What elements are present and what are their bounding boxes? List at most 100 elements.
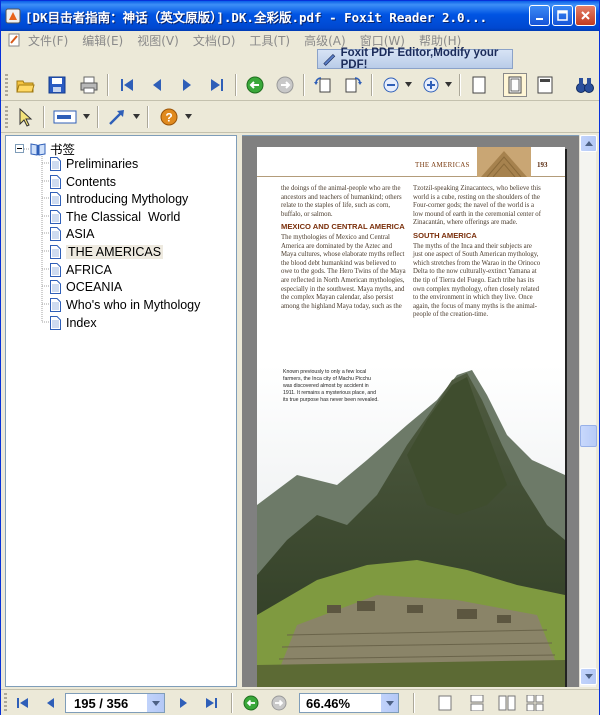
continuous-view-button[interactable] — [467, 693, 487, 713]
maximize-button[interactable] — [552, 5, 573, 26]
close-button[interactable] — [575, 5, 596, 26]
toolbar-grip[interactable] — [5, 106, 8, 128]
right-body-text: The myths of the Inca and their subjects… — [413, 242, 541, 319]
foxit-app-icon — [5, 8, 21, 24]
bookmark-label: Index — [66, 315, 97, 330]
menu-window[interactable]: 窗口(W) — [353, 32, 412, 49]
print-button[interactable] — [77, 73, 101, 97]
single-page-view-button[interactable] — [435, 693, 455, 713]
scroll-thumb[interactable] — [580, 425, 597, 447]
bookmark-index[interactable]: Index — [50, 314, 97, 331]
menu-advanced[interactable]: 高级(A) — [297, 32, 353, 49]
find-button[interactable] — [573, 73, 597, 97]
bookmark-whos-who[interactable]: Who's who in Mythology — [50, 296, 200, 313]
previous-page-button[interactable] — [145, 73, 169, 97]
bookmark-introducing-mythology[interactable]: Introducing Mythology — [50, 190, 188, 207]
zoom-dropdown-button[interactable] — [381, 694, 398, 712]
help-dropdown-icon[interactable] — [185, 114, 192, 119]
zoom-level-field[interactable]: 66.46% — [299, 693, 399, 713]
annotation-dropdown-icon[interactable] — [133, 114, 140, 119]
annotation-tool-button[interactable] — [105, 105, 129, 129]
document-view[interactable]: THE AMERICAS 193 the doings of the anima… — [242, 135, 579, 687]
rotate-right-button[interactable] — [341, 73, 365, 97]
toolbar-grip[interactable] — [5, 74, 8, 96]
first-page-button[interactable] — [115, 73, 139, 97]
left-intro-text: the doings of the animal-people who are … — [281, 185, 402, 218]
next-page-button[interactable] — [175, 73, 199, 97]
menu-help[interactable]: 帮助(H) — [412, 32, 468, 49]
menu-tools[interactable]: 工具(T) — [242, 32, 297, 49]
page-number-field[interactable]: 195 / 356 — [65, 693, 165, 713]
minimize-button[interactable] — [529, 5, 550, 26]
menu-file[interactable]: 文件(F) — [21, 32, 75, 49]
text-column-left: the doings of the animal-people who are … — [281, 185, 407, 311]
continuous-facing-view-button[interactable] — [525, 693, 545, 713]
foxit-editor-ad[interactable]: Foxit PDF Editor,Modify your PDF! — [317, 47, 513, 71]
scroll-up-button[interactable] — [580, 135, 597, 152]
page-icon — [50, 191, 61, 206]
svg-text:?: ? — [165, 111, 172, 125]
save-button[interactable] — [45, 73, 69, 97]
bookmark-asia[interactable]: ASIA — [50, 225, 95, 242]
facing-view-button[interactable] — [497, 693, 517, 713]
status-previous-page-button[interactable] — [41, 693, 61, 713]
right-intro-text: Tzotzil-speaking Zinacantecs, who believ… — [413, 185, 541, 227]
page-icon — [50, 174, 61, 189]
bookmark-oceania[interactable]: OCEANIA — [50, 278, 122, 295]
text-select-tool-button[interactable] — [51, 105, 81, 129]
page-icon — [50, 315, 61, 330]
fit-page-button[interactable] — [503, 73, 527, 97]
go-forward-button[interactable] — [273, 73, 297, 97]
zoom-in-icon — [423, 77, 439, 93]
page-icon — [50, 297, 61, 312]
zoom-out-button[interactable] — [379, 73, 403, 97]
menu-edit[interactable]: 编辑(E) — [75, 32, 130, 49]
last-page-button[interactable] — [205, 73, 229, 97]
statusbar-grip[interactable] — [4, 693, 7, 711]
single-page-button[interactable] — [467, 73, 491, 97]
status-last-page-button[interactable] — [201, 693, 221, 713]
pdf-page: THE AMERICAS 193 the doings of the anima… — [257, 147, 565, 687]
bookmark-the-americas[interactable]: THE AMERICAS — [50, 243, 164, 260]
chevron-down-icon — [151, 700, 160, 706]
open-button[interactable] — [13, 73, 37, 97]
zoom-out-icon — [383, 77, 399, 93]
printer-icon — [80, 76, 98, 94]
bookmark-africa[interactable]: AFRICA — [50, 261, 112, 278]
title-bar[interactable]: [DK目击者指南：神话（英文原版）].DK.全彩版.pdf - Foxit Re… — [1, 1, 599, 31]
minimize-icon — [535, 17, 543, 20]
rotate-left-button[interactable] — [311, 73, 335, 97]
zoom-in-dropdown-icon[interactable] — [445, 82, 452, 87]
bookmark-classical-world[interactable]: The Classical World — [50, 208, 180, 225]
menu-document[interactable]: 文档(D) — [186, 32, 243, 49]
zoom-out-dropdown-icon[interactable] — [405, 82, 412, 87]
fit-width-button[interactable] — [533, 73, 557, 97]
rotate-right-icon — [345, 77, 362, 93]
status-next-page-button[interactable] — [173, 693, 193, 713]
scroll-down-button[interactable] — [580, 668, 597, 685]
select-tool-button[interactable] — [13, 105, 37, 129]
bookmark-label: Contents — [66, 174, 117, 189]
status-back-button[interactable] — [241, 693, 261, 713]
zoom-in-button[interactable] — [419, 73, 443, 97]
bookmark-panel: 书签 Preliminaries Contents Introducing My… — [5, 135, 237, 687]
help-button[interactable]: ? — [157, 105, 181, 129]
vertical-scrollbar[interactable] — [579, 135, 597, 687]
status-first-page-button[interactable] — [13, 693, 33, 713]
bookmark-preliminaries[interactable]: Preliminaries — [50, 155, 138, 172]
bookmark-contents[interactable]: Contents — [50, 173, 116, 190]
status-forward-button[interactable] — [269, 693, 289, 713]
go-back-button[interactable] — [243, 73, 267, 97]
document-menu-icon[interactable] — [7, 33, 21, 47]
text-tool-dropdown-icon[interactable] — [83, 114, 90, 119]
scroll-down-icon — [584, 674, 593, 679]
running-head: THE AMERICAS — [415, 161, 470, 169]
forward-arrow-icon — [276, 76, 294, 94]
machu-picchu-photo — [257, 365, 565, 687]
continuous-view-icon — [470, 695, 484, 711]
bookmark-label: THE AMERICAS — [66, 244, 164, 259]
app-window: [DK目击者指南：神话（英文原版）].DK.全彩版.pdf - Foxit Re… — [0, 0, 600, 715]
menu-view[interactable]: 视图(V) — [130, 32, 186, 49]
page-dropdown-button[interactable] — [147, 694, 164, 712]
collapse-toggle-icon[interactable] — [15, 144, 24, 153]
